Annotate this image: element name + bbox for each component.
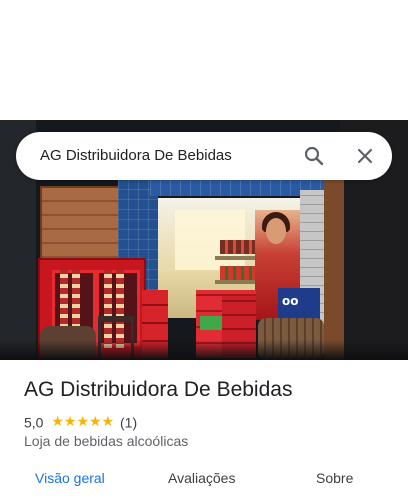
close-button[interactable]	[353, 144, 377, 168]
photo-box-logo: oo	[282, 294, 299, 308]
search-input[interactable]: AG Distribuidora De Bebidas	[40, 147, 232, 164]
place-title: AG Distribuidora De Bebidas	[24, 378, 293, 401]
tab-reviews[interactable]: Avaliações	[168, 470, 235, 486]
photo-bottles	[220, 240, 260, 254]
review-count[interactable]: (1)	[120, 414, 137, 430]
place-tabs: Visão geral Avaliações Sobre	[0, 470, 408, 500]
rating-row[interactable]: 5,0 ★★★★★ (1)	[24, 413, 137, 430]
search-button[interactable]	[302, 144, 326, 168]
search-bar[interactable]: AG Distribuidora De Bebidas	[16, 132, 392, 180]
photo-wood-right	[324, 180, 344, 360]
tab-about[interactable]: Sobre	[316, 470, 353, 486]
place-category[interactable]: Loja de bebidas alcoólicas	[24, 433, 188, 449]
photo-floor-shadow	[0, 340, 408, 360]
photo-bottles	[220, 266, 260, 280]
map-blank-area	[0, 0, 408, 120]
search-icon	[304, 146, 324, 166]
close-icon	[357, 148, 373, 164]
rating-value: 5,0	[24, 414, 44, 431]
star-rating-icon: ★★★★★	[51, 414, 115, 431]
photo-poster-face	[266, 218, 286, 244]
tab-overview[interactable]: Visão geral	[35, 470, 105, 486]
photo-green-crate	[200, 316, 222, 330]
